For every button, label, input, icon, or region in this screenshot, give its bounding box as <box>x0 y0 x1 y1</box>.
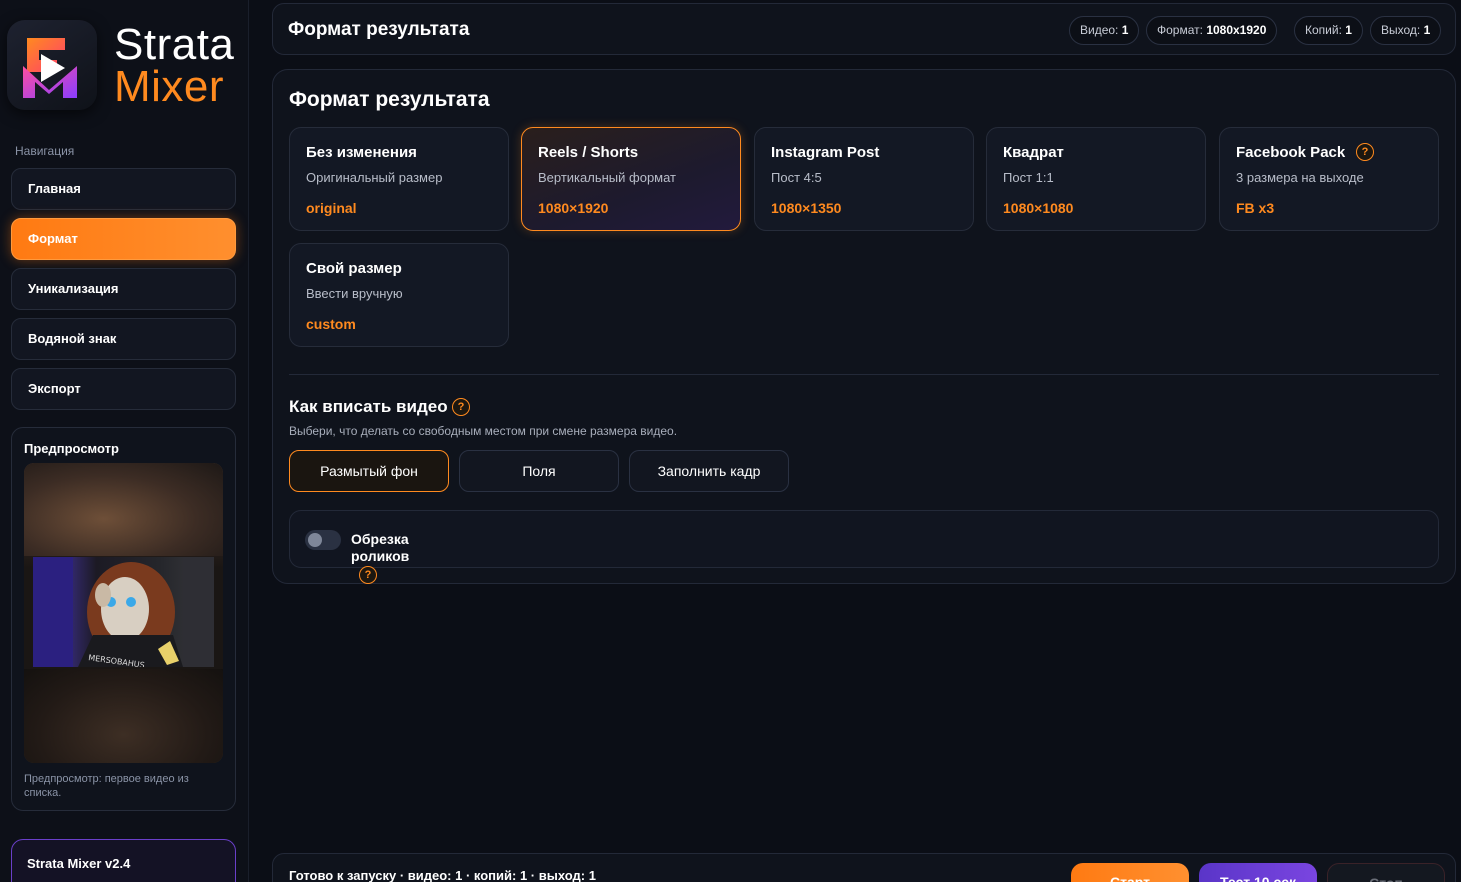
format-card-subtitle: Пост 4:5 <box>771 170 822 185</box>
preview-card: Предпросмотр MERSOBAHUS Предпросмотр: пе… <box>11 427 236 811</box>
sidebar-item-uniqueize[interactable]: Уникализация <box>11 268 236 310</box>
sidebar: Strata Mixer Навигация Главная Формат Ун… <box>0 0 249 882</box>
test-button[interactable]: Тест 10 сек <box>1199 863 1317 882</box>
brand-name-accent: Mixer <box>114 62 225 111</box>
format-card-title: Instagram Post <box>771 144 880 161</box>
topbar: Формат результата Видео: 1 Формат: 1080x… <box>272 3 1456 55</box>
help-icon[interactable]: ? <box>452 398 470 416</box>
fit-option-padding-button[interactable]: Поля <box>459 450 619 492</box>
chip-format: Формат: 1080x1920 <box>1146 16 1278 45</box>
format-card-custom[interactable]: Свой размер Ввести вручную custom <box>289 243 509 347</box>
sidebar-item-format[interactable]: Формат <box>11 218 236 260</box>
chip-label: Копий: <box>1305 23 1342 37</box>
chip-label: Видео: <box>1080 23 1119 37</box>
divider <box>289 374 1439 375</box>
fit-option-fill-button[interactable]: Заполнить кадр <box>629 450 789 492</box>
preview-blur-top <box>24 463 223 556</box>
format-card-value: FB x3 <box>1236 200 1275 216</box>
strata-mixer-logo-icon <box>7 20 97 110</box>
format-card-title: Без изменения <box>306 144 417 161</box>
format-card-value: original <box>306 200 357 216</box>
bottom-bar: Готово к запуску · видео: 1 · копий: 1 ·… <box>272 853 1456 882</box>
format-card-facebook-pack[interactable]: Facebook Pack ? 3 размера на выходе FB x… <box>1219 127 1439 231</box>
chip-copies: Копий: 1 <box>1294 16 1363 45</box>
preview-note: Предпросмотр: первое видео из списка. <box>24 773 189 799</box>
chip-value: 1 <box>1121 23 1129 37</box>
start-button[interactable]: Старт <box>1071 863 1189 882</box>
format-panel: Формат результата Без изменения Оригинал… <box>272 69 1456 584</box>
trim-settings: Обрезка роликов ? <box>289 510 1439 584</box>
format-card-title: Свой размер <box>306 260 402 277</box>
nav-heading: Навигация <box>15 144 75 158</box>
chip-value: 1 <box>1423 23 1431 37</box>
format-card-original[interactable]: Без изменения Оригинальный размер origin… <box>289 127 509 231</box>
version-badge: Strata Mixer v2.4 <box>11 839 236 882</box>
format-card-value: 1080×1350 <box>771 200 842 216</box>
preview-image: MERSOBAHUS <box>24 463 223 763</box>
format-card-subtitle: Ввести вручную <box>306 286 403 301</box>
format-card-subtitle: Оригинальный размер <box>306 170 443 185</box>
sidebar-item-home[interactable]: Главная <box>11 168 236 210</box>
format-card-subtitle: Пост 1:1 <box>1003 170 1054 185</box>
sidebar-item-watermark[interactable]: Водяной знак <box>11 318 236 360</box>
fit-title: Как вписать видео <box>289 397 448 416</box>
format-card-reels-shorts[interactable]: Reels / Shorts Вертикальный формат 1080×… <box>521 127 741 231</box>
section-title: Формат результата <box>289 88 490 111</box>
status-text: Готово к запуску · видео: 1 · копий: 1 ·… <box>289 868 596 882</box>
format-card-subtitle: Вертикальный формат <box>538 170 677 185</box>
format-card-title: Квадрат <box>1003 144 1064 161</box>
sidebar-item-export[interactable]: Экспорт <box>11 368 236 410</box>
format-card-square[interactable]: Квадрат Пост 1:1 1080×1080 <box>986 127 1206 231</box>
chip-output: Выход: 1 <box>1370 16 1442 45</box>
help-icon[interactable]: ? <box>1356 143 1374 161</box>
stop-button[interactable]: Стоп <box>1327 863 1445 882</box>
chip-value: 1080x1920 <box>1206 23 1267 37</box>
help-icon[interactable]: ? <box>359 566 377 584</box>
fit-description: Выбери, что делать со свободным местом п… <box>289 424 678 438</box>
fit-option-blur-button[interactable]: Размытый фон <box>289 450 449 492</box>
preview-video-frame: MERSOBAHUS <box>33 557 214 670</box>
format-card-instagram-post[interactable]: Instagram Post Пост 4:5 1080×1350 <box>754 127 974 231</box>
chip-label: Выход: <box>1381 23 1421 37</box>
format-card-value: custom <box>306 316 356 332</box>
chip-label: Формат: <box>1157 23 1203 37</box>
format-card-value: 1080×1080 <box>1003 200 1074 216</box>
chip-videos: Видео: 1 <box>1069 16 1140 45</box>
trim-label: Обрезка роликов <box>351 531 410 564</box>
format-card-subtitle: 3 размера на выходе <box>1236 170 1364 185</box>
preview-blur-bottom <box>24 669 223 763</box>
page-title: Формат результата <box>288 19 470 40</box>
trim-toggle[interactable] <box>305 530 341 550</box>
chip-value: 1 <box>1345 23 1352 37</box>
format-card-title: Facebook Pack <box>1236 144 1346 161</box>
preview-title: Предпросмотр <box>24 441 119 456</box>
format-card-title: Reels / Shorts <box>538 144 639 161</box>
format-card-value: 1080×1920 <box>538 200 609 216</box>
